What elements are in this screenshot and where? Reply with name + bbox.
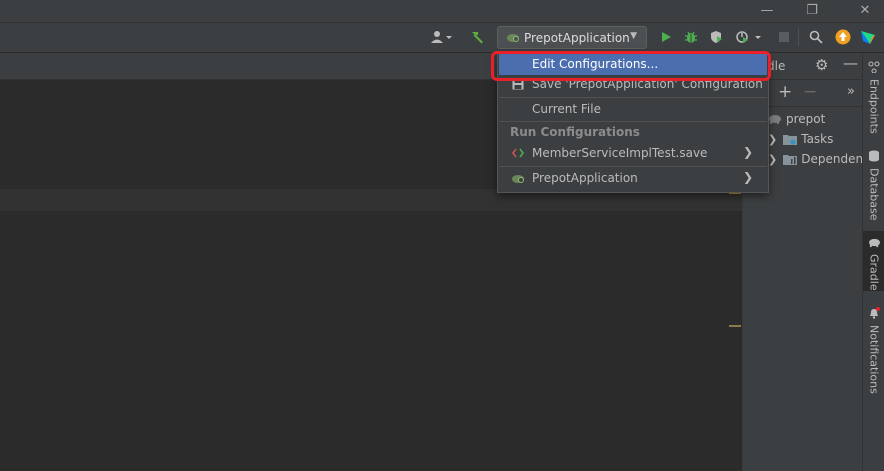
menu-item-run-config[interactable]: PrepotApplication ❯ [499, 168, 767, 189]
menu-item-label: PrepotApplication [532, 171, 638, 185]
tab-label: Database [867, 168, 881, 221]
chevron-down-icon: ▼ [630, 31, 637, 41]
junit-icon [511, 146, 525, 160]
more-chevron-icon[interactable]: » [847, 84, 855, 99]
title-bar: — ❐ ✕ [0, 0, 884, 23]
remove-icon[interactable]: − [803, 82, 817, 102]
menu-item-label: MemberServiceImplTest.save [532, 146, 708, 160]
menu-item-current-file[interactable]: Current File [499, 99, 767, 120]
minimize-icon[interactable]: — [752, 0, 782, 20]
chevron-right-icon: ❯ [768, 152, 778, 166]
spring-boot-icon [511, 171, 525, 185]
close-icon[interactable]: ✕ [850, 0, 880, 20]
tab-label: Gradle [867, 254, 881, 291]
tab-gradle[interactable]: Gradle [863, 231, 884, 291]
menu-group-header: Run Configurations [510, 125, 640, 139]
search-icon[interactable] [806, 27, 826, 47]
tree-item-label: prepot [786, 112, 826, 126]
toolbar-divider [798, 28, 799, 46]
menu-separator [499, 121, 767, 122]
annotation-highlight-ring [491, 51, 771, 81]
restore-icon[interactable]: ❐ [797, 0, 827, 20]
chevron-right-icon: ❯ [768, 132, 778, 146]
tree-item-prepot[interactable]: prepot [768, 109, 825, 129]
right-tool-stripe: Endpoints Database Gradle Notifications [862, 53, 884, 471]
run-configuration-label: PrepotApplication [524, 30, 630, 45]
tree-item-label: Tasks [801, 132, 834, 146]
debug-bug-icon[interactable] [681, 27, 701, 47]
bell-icon [868, 307, 880, 322]
endpoints-icon [868, 61, 880, 76]
chevron-right-icon: ❯ [742, 170, 753, 184]
elephant-icon [868, 237, 881, 251]
jetbrains-logo-icon[interactable] [858, 27, 878, 47]
tree-item-tasks[interactable]: ❯ Tasks [768, 129, 833, 149]
profile-icon[interactable] [733, 27, 765, 47]
tab-notifications[interactable]: Notifications [863, 307, 884, 394]
menu-item-label: Current File [532, 102, 601, 116]
chevron-right-icon: ❯ [742, 145, 753, 159]
database-icon [868, 150, 880, 165]
folder-chart-icon [783, 153, 798, 165]
menu-separator [499, 97, 767, 98]
spring-boot-icon [506, 31, 520, 46]
elephant-icon [768, 113, 782, 125]
run-with-coverage-icon[interactable] [706, 27, 726, 47]
folder-gear-icon [783, 133, 798, 145]
run-icon[interactable] [656, 27, 676, 47]
error-stripe-marker[interactable] [729, 325, 741, 327]
add-icon[interactable]: + [778, 82, 792, 102]
hide-panel-icon[interactable]: — [843, 54, 858, 72]
menu-separator [499, 166, 767, 167]
menu-item-run-config[interactable]: MemberServiceImplTest.save ❯ [499, 143, 767, 164]
tab-label: Notifications [867, 325, 881, 394]
tab-label: Endpoints [867, 79, 881, 134]
account-icon[interactable] [428, 27, 456, 47]
main-toolbar: PrepotApplication ▼ [0, 23, 884, 53]
tab-database[interactable]: Database [863, 150, 884, 221]
tab-endpoints[interactable]: Endpoints [863, 61, 884, 134]
update-icon[interactable] [833, 27, 853, 47]
build-hammer-icon[interactable] [467, 27, 487, 47]
run-configuration-selector[interactable]: PrepotApplication ▼ [497, 26, 647, 49]
stop-icon[interactable] [774, 27, 794, 47]
gear-icon[interactable]: ⚙ [815, 56, 828, 74]
